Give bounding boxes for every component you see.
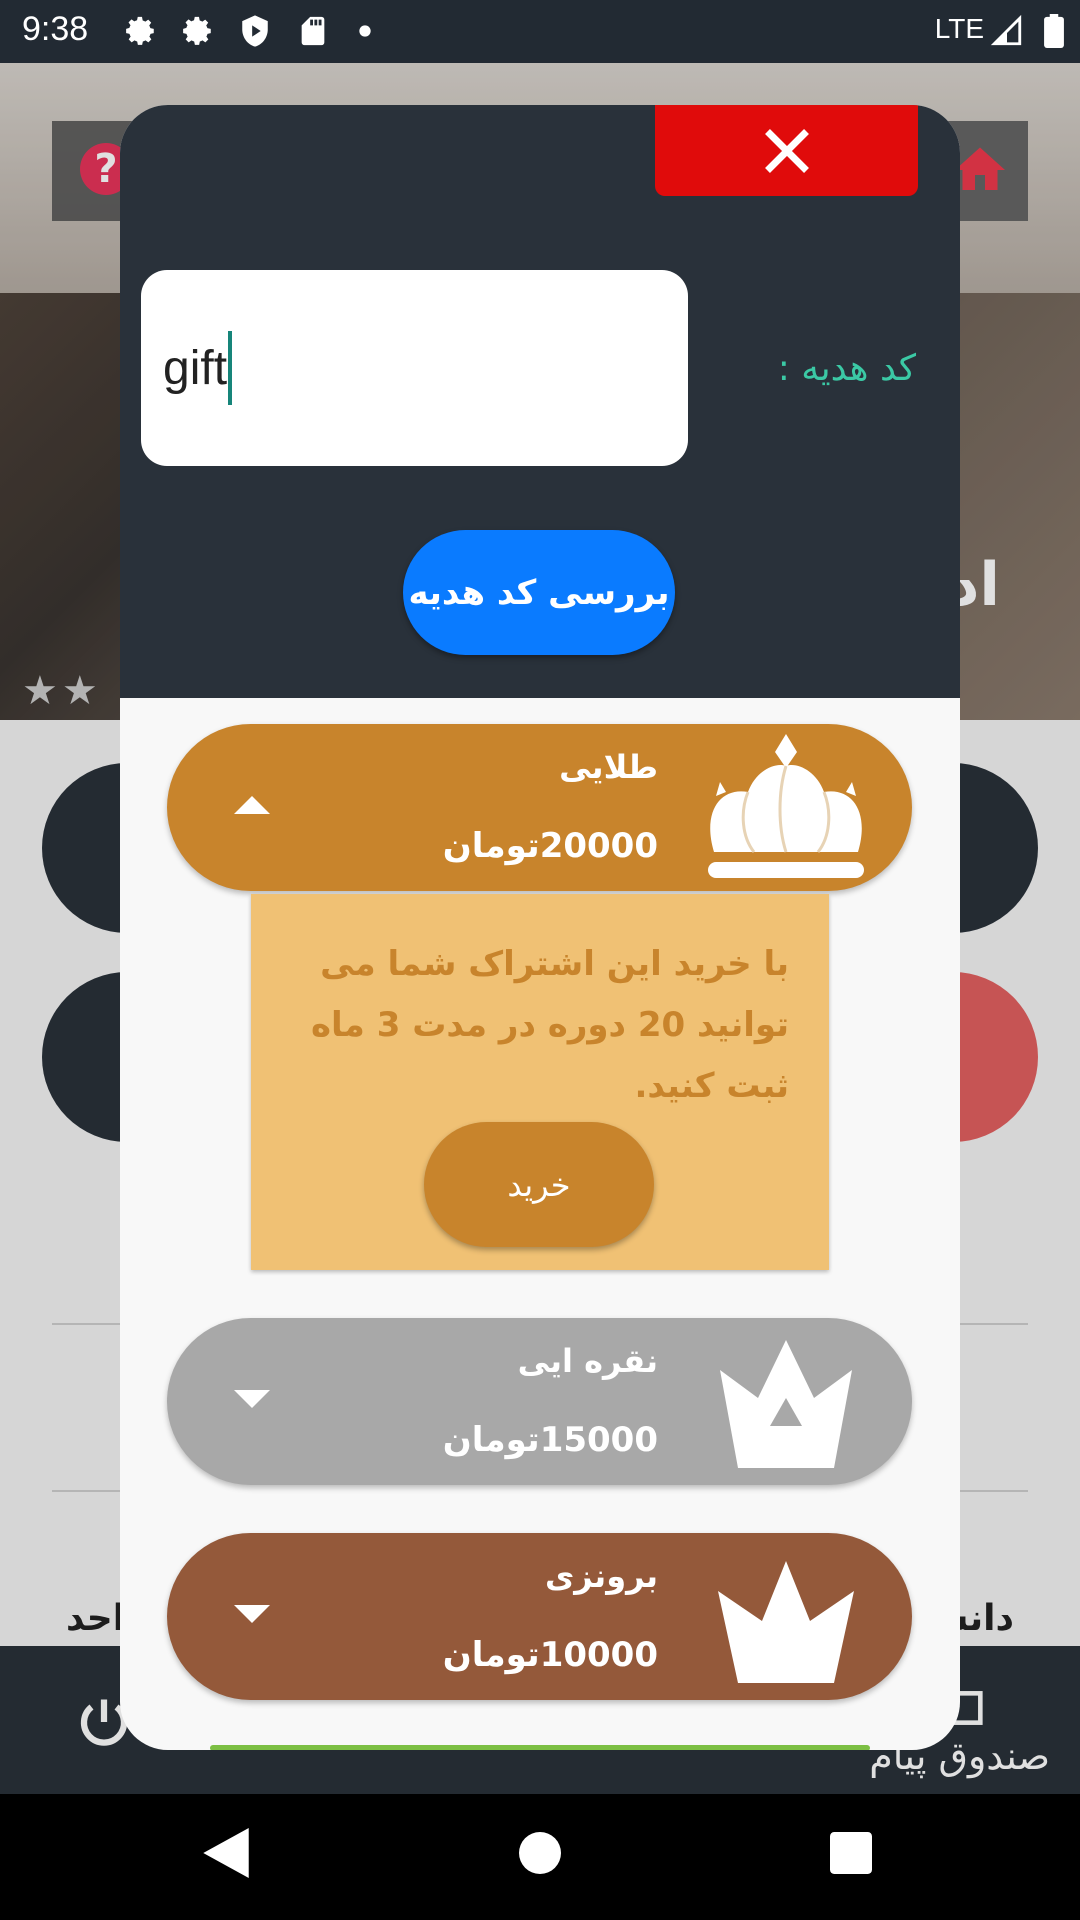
sd-card-icon: [301, 16, 325, 46]
gold-crown-icon: [708, 734, 864, 878]
plan-price: 10000تومان: [442, 1635, 658, 1675]
check-gift-code-button[interactable]: بررسی کد هدیه: [403, 530, 675, 655]
network-type: LTE: [934, 13, 984, 44]
gift-code-label: کد هدیه :: [777, 348, 916, 389]
close-button[interactable]: [655, 105, 918, 196]
status-time: 9:38: [22, 10, 89, 48]
dot-icon: [359, 25, 371, 37]
gift-code-input[interactable]: [141, 270, 688, 466]
bronze-crown-icon: [718, 1561, 854, 1683]
plan-bronze[interactable]: برونزی 10000تومان: [167, 1533, 912, 1700]
plan-gold-details: با خرید این اشتراک شما می توانید 20 دوره…: [251, 894, 829, 1270]
status-bar: 9:38 LTE: [0, 0, 1080, 63]
plan-name: طلایی: [559, 748, 658, 786]
plan-gold[interactable]: طلایی 20000تومان: [167, 724, 912, 891]
system-nav-bar: [0, 1794, 1080, 1920]
battery-icon: [1044, 14, 1064, 48]
gift-code-section: کد هدیه : بررسی کد هدیه: [120, 105, 960, 698]
buy-button[interactable]: خرید: [424, 1122, 654, 1247]
shield-icon: [242, 15, 268, 47]
gear-icon: [126, 16, 154, 45]
plan-silver[interactable]: نقره ایی 15000تومان: [167, 1318, 912, 1485]
plan-name: برونزی: [544, 1557, 658, 1595]
back-icon[interactable]: [203, 1828, 249, 1878]
plan-price: 20000تومان: [442, 826, 658, 866]
next-plan-edge: [210, 1745, 870, 1750]
collapse-arrow-icon[interactable]: [234, 796, 270, 814]
subscription-dialog: کد هدیه : بررسی کد هدیه طلایی 20000تومان…: [120, 105, 960, 1750]
plan-name: نقره ایی: [517, 1342, 658, 1380]
home-nav-icon[interactable]: [519, 1832, 561, 1874]
text-cursor: [228, 331, 232, 405]
silver-crown-icon: [720, 1340, 852, 1468]
expand-arrow-icon[interactable]: [234, 1605, 270, 1623]
close-icon: [764, 128, 809, 173]
recents-icon[interactable]: [830, 1832, 872, 1874]
expand-arrow-icon[interactable]: [234, 1390, 270, 1408]
gear-icon: [183, 16, 211, 45]
signal-icon: [990, 14, 1022, 46]
plan-description: با خرید این اشتراک شما می توانید 20 دوره…: [310, 944, 789, 1106]
plan-price: 15000تومان: [442, 1420, 658, 1460]
